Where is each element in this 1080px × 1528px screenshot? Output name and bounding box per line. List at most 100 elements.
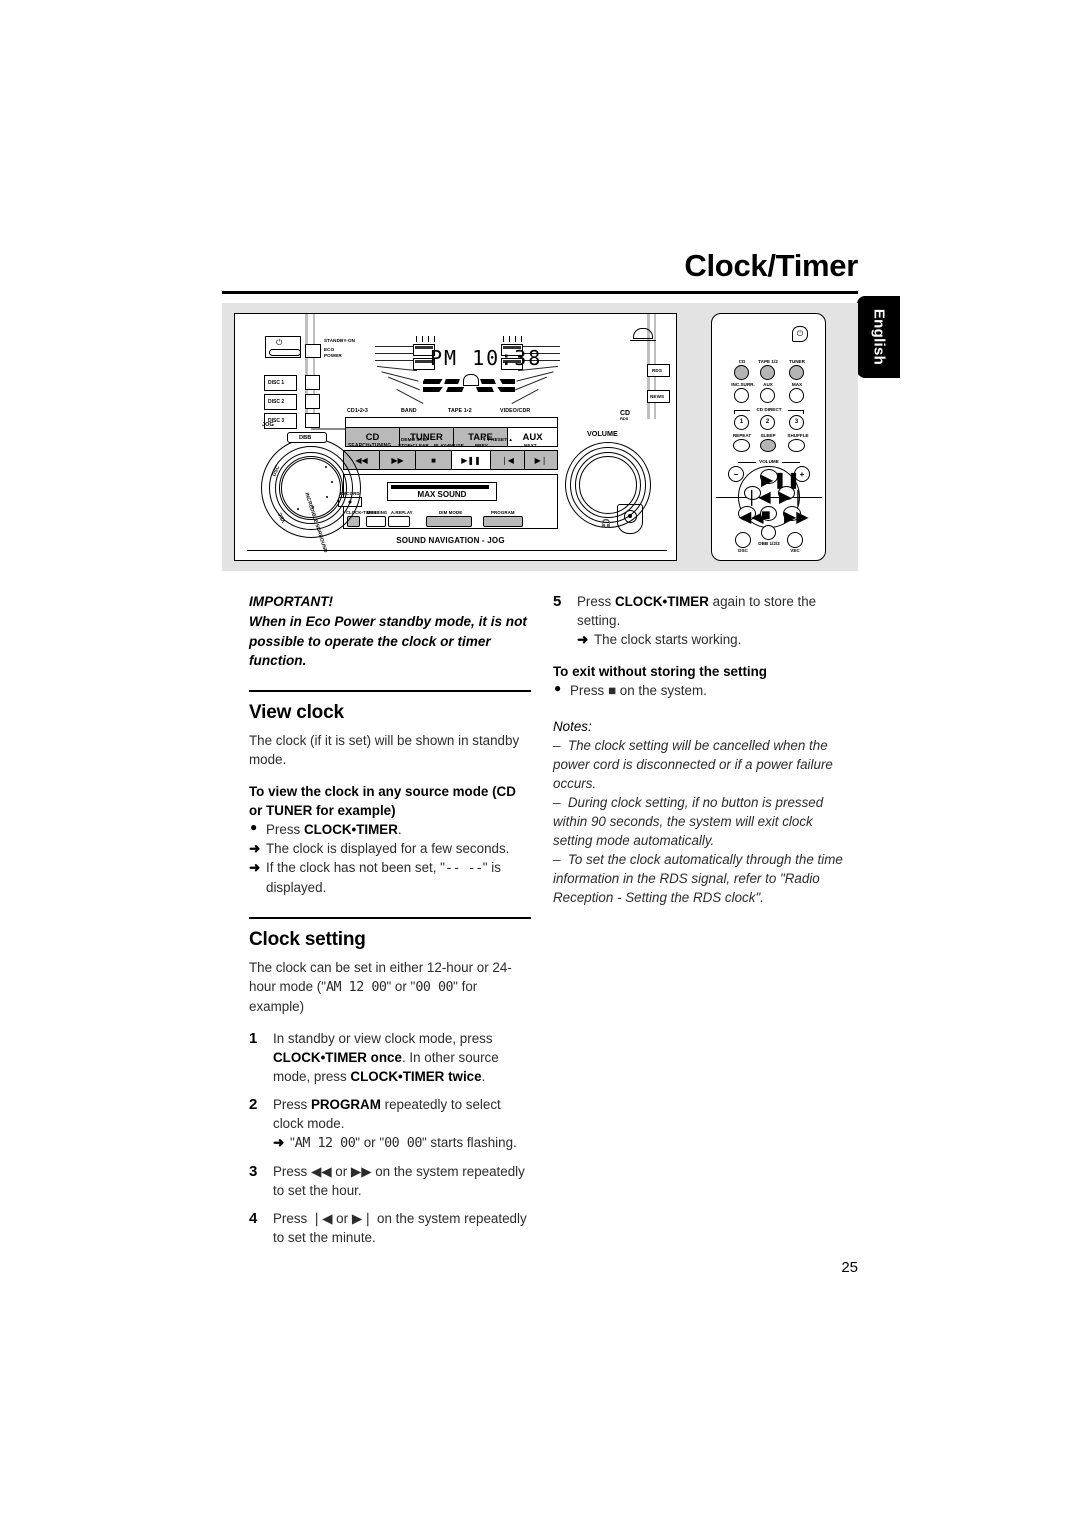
prev-label: PREV <box>475 443 488 448</box>
remote-incsurr-label: INC.SURR. <box>731 382 755 387</box>
cd-direct-2-label: 2 <box>765 419 770 425</box>
max-sound-display: MAX SOUND <box>387 482 497 501</box>
preset-label: ▼ PRESET ▲ <box>482 437 514 442</box>
disc-2-tray <box>305 394 320 409</box>
remote-shuffle-label: SHUFFLE <box>787 433 809 438</box>
important-title: IMPORTANT! <box>249 594 334 609</box>
disc-1-tray <box>305 375 320 390</box>
clock-setting-intro: The clock can be set in either 12-hour o… <box>249 959 512 1014</box>
unit-base-line <box>247 550 667 552</box>
next-label: NEXT <box>524 443 537 448</box>
arrow-icon: ➜ <box>273 1134 285 1150</box>
dim-mode-button[interactable] <box>426 516 472 527</box>
disc-2-button[interactable]: DISC 2 <box>264 394 297 410</box>
cd-direct-3-label: 3 <box>794 419 799 425</box>
transport-button-play-pause[interactable]: ▶❚❚ <box>451 450 491 470</box>
remote-max-button[interactable] <box>789 388 804 403</box>
clock-setting-step-2: 2 Press PROGRAM repeatedly to select cloc… <box>249 1095 501 1131</box>
remote-sleep-label: SLEEP <box>760 433 776 438</box>
remote-dbb-label: DBB 1/2/3 <box>758 541 780 546</box>
transport-button-next[interactable]: ▶❘ <box>524 450 558 470</box>
segment-display-blank: -- -- <box>444 860 483 876</box>
remote-power-button[interactable]: ⏻ <box>792 326 808 342</box>
notes-title: Notes: <box>553 719 592 735</box>
remote-cd-label: CD <box>738 359 746 364</box>
view-clock-result-1: ➜ The clock is displayed for a few second… <box>249 839 531 858</box>
a-replay-label: A.REPLAY <box>391 510 413 515</box>
dim-mode-label: DIM MODE <box>439 510 463 515</box>
segment-00-00: 00 00 <box>384 1135 422 1151</box>
max-sound-label: MAX SOUND <box>417 490 467 499</box>
source-top-label-video: VIDEO/CDR <box>500 408 531 414</box>
view-clock-subheading: To view the clock in any source mode (CD… <box>249 783 516 818</box>
right-text-column: 5 Press CLOCK•TIMER again to store the se… <box>553 592 853 907</box>
standby-slot <box>269 349 301 356</box>
stop-clear-label: STOP•CLEAR <box>398 443 429 448</box>
step-number: 1 <box>249 1029 258 1047</box>
transport-button-forward[interactable]: ▶▶ <box>379 450 416 470</box>
program-button[interactable] <box>483 516 523 527</box>
header-rule <box>222 291 858 294</box>
volume-label: VOLUME <box>587 429 618 438</box>
remote-vec-button[interactable] <box>787 532 803 548</box>
dubbing-label: DUBBING <box>367 510 388 515</box>
remote-sleep-button[interactable] <box>760 439 776 452</box>
transport-button-stop[interactable]: ■ <box>415 450 452 470</box>
remote-repeat-button[interactable] <box>733 439 750 452</box>
disc-1-button[interactable]: DISC 1 <box>264 375 297 391</box>
remote-next-button[interactable]: ▶❘ <box>778 486 805 506</box>
manual-page: Clock/Timer English ⏻ STANDBY-ON ECO POW… <box>0 0 1080 1528</box>
exit-bullet: ● Press ■ on the system. <box>554 681 707 699</box>
view-clock-rule <box>249 690 531 692</box>
remote-rewind-button[interactable]: ◀◀ <box>738 506 764 526</box>
sound-navigation-label: SOUND NAVIGATION - JOG <box>396 536 505 545</box>
remote-dbb-button[interactable] <box>761 525 776 540</box>
source-top-label-band: BAND <box>401 408 417 414</box>
arrow-icon: ➜ <box>577 632 589 648</box>
page-number: 25 <box>841 1259 858 1276</box>
clock-setting-step-5: 5 Press CLOCK•TIMER again to store the se… <box>553 593 817 629</box>
view-clock-intro: The clock (if it is set) will be shown i… <box>249 732 520 767</box>
language-tab: English <box>857 296 900 378</box>
remote-dsc-button[interactable] <box>735 532 751 548</box>
left-text-column: IMPORTANT! When in Eco Power standby mod… <box>249 592 531 1247</box>
step-number: 2 <box>249 1095 258 1113</box>
clock-setting-step-5-result: ➜ The clock starts working. <box>553 630 853 649</box>
remote-tape-button[interactable] <box>760 365 775 380</box>
remote-cd-button[interactable] <box>734 365 749 380</box>
segment-00-00: 00 00 <box>415 979 454 995</box>
demo-stop-label: DEMO STOP <box>401 437 430 442</box>
note-item: – The clock setting will be cancelled wh… <box>553 738 833 792</box>
remote-aux-button[interactable] <box>760 388 775 403</box>
remote-stop-button[interactable]: ■ <box>760 506 777 524</box>
arrow-icon: ➜ <box>249 840 261 856</box>
eco-power-label-1: ECO <box>324 347 335 352</box>
clock-setting-step-1: 1 In standby or view clock mode, press CL… <box>249 1029 499 1084</box>
volume-down-label: − <box>733 470 739 479</box>
news-button-label: NEWS <box>650 394 665 399</box>
view-clock-heading: View clock <box>249 701 344 723</box>
remote-incsurr-button[interactable] <box>734 388 749 403</box>
dubbing-button[interactable] <box>366 516 386 527</box>
volume-knob[interactable]: VOLUME <box>565 429 660 539</box>
remote-tuner-button[interactable] <box>789 365 804 380</box>
clock-timer-keyword: CLOCK•TIMER <box>614 594 709 609</box>
remote-shuffle-button[interactable] <box>788 439 805 452</box>
remote-play-pause-button[interactable]: ▶❚❚ <box>760 469 800 489</box>
remote-repeat-label: REPEAT <box>732 433 752 438</box>
remote-forward-button[interactable]: ▶▶ <box>783 506 809 526</box>
view-clock-bullet: ● Press CLOCK•TIMER. <box>250 819 402 837</box>
remote-prev-button[interactable]: ❘◀ <box>744 486 771 506</box>
eco-power-tab[interactable] <box>305 344 321 358</box>
a-replay-button[interactable] <box>388 516 410 527</box>
jog-dial[interactable]: DBB DSC VEC INCREDIBLE SURROUND JOG <box>257 422 365 554</box>
stop-icon: ■ <box>607 683 617 699</box>
bullet-icon: ● <box>554 681 562 696</box>
cd-direct-label: CD DIRECT <box>756 407 782 412</box>
page-title: Clock/Timer <box>684 248 858 283</box>
remote-power-icon: ⏻ <box>796 329 804 338</box>
eco-power-label-2: POWER <box>324 353 342 358</box>
program-label: PROGRAM <box>491 510 515 515</box>
transport-button-prev[interactable]: ❘◀ <box>490 450 525 470</box>
step-number: 4 <box>249 1209 258 1227</box>
